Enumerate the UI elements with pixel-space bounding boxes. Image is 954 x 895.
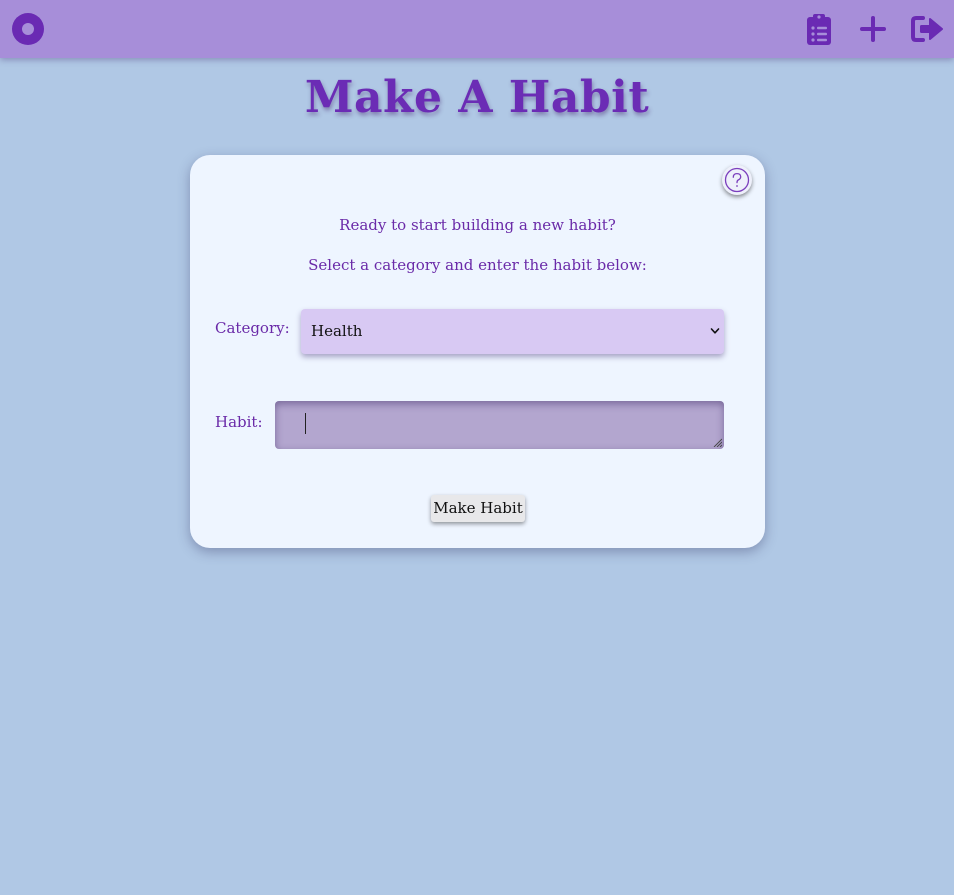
circle-logo-icon[interactable] — [12, 13, 44, 45]
category-label: Category: — [215, 319, 290, 337]
top-navbar — [0, 0, 954, 58]
instruction-text: Select a category and enter the habit be… — [308, 256, 647, 274]
logout-icon[interactable] — [909, 12, 943, 46]
make-habit-button[interactable]: Make Habit — [431, 495, 525, 522]
question-mark-icon[interactable] — [722, 165, 752, 195]
plus-icon[interactable] — [856, 12, 890, 46]
category-select[interactable]: Health — [301, 309, 724, 354]
clipboard-list-icon[interactable] — [802, 12, 836, 46]
category-selected-value: Health — [311, 322, 363, 340]
habit-textarea[interactable] — [275, 401, 724, 449]
habit-form-card: Ready to start building a new habit? Sel… — [190, 155, 765, 548]
page-title: Make A Habit — [304, 72, 650, 123]
chevron-down-icon — [710, 328, 720, 334]
habit-label: Habit: — [215, 413, 263, 431]
resize-handle-icon[interactable] — [712, 437, 722, 447]
text-caret — [305, 413, 306, 434]
intro-text: Ready to start building a new habit? — [339, 216, 616, 234]
